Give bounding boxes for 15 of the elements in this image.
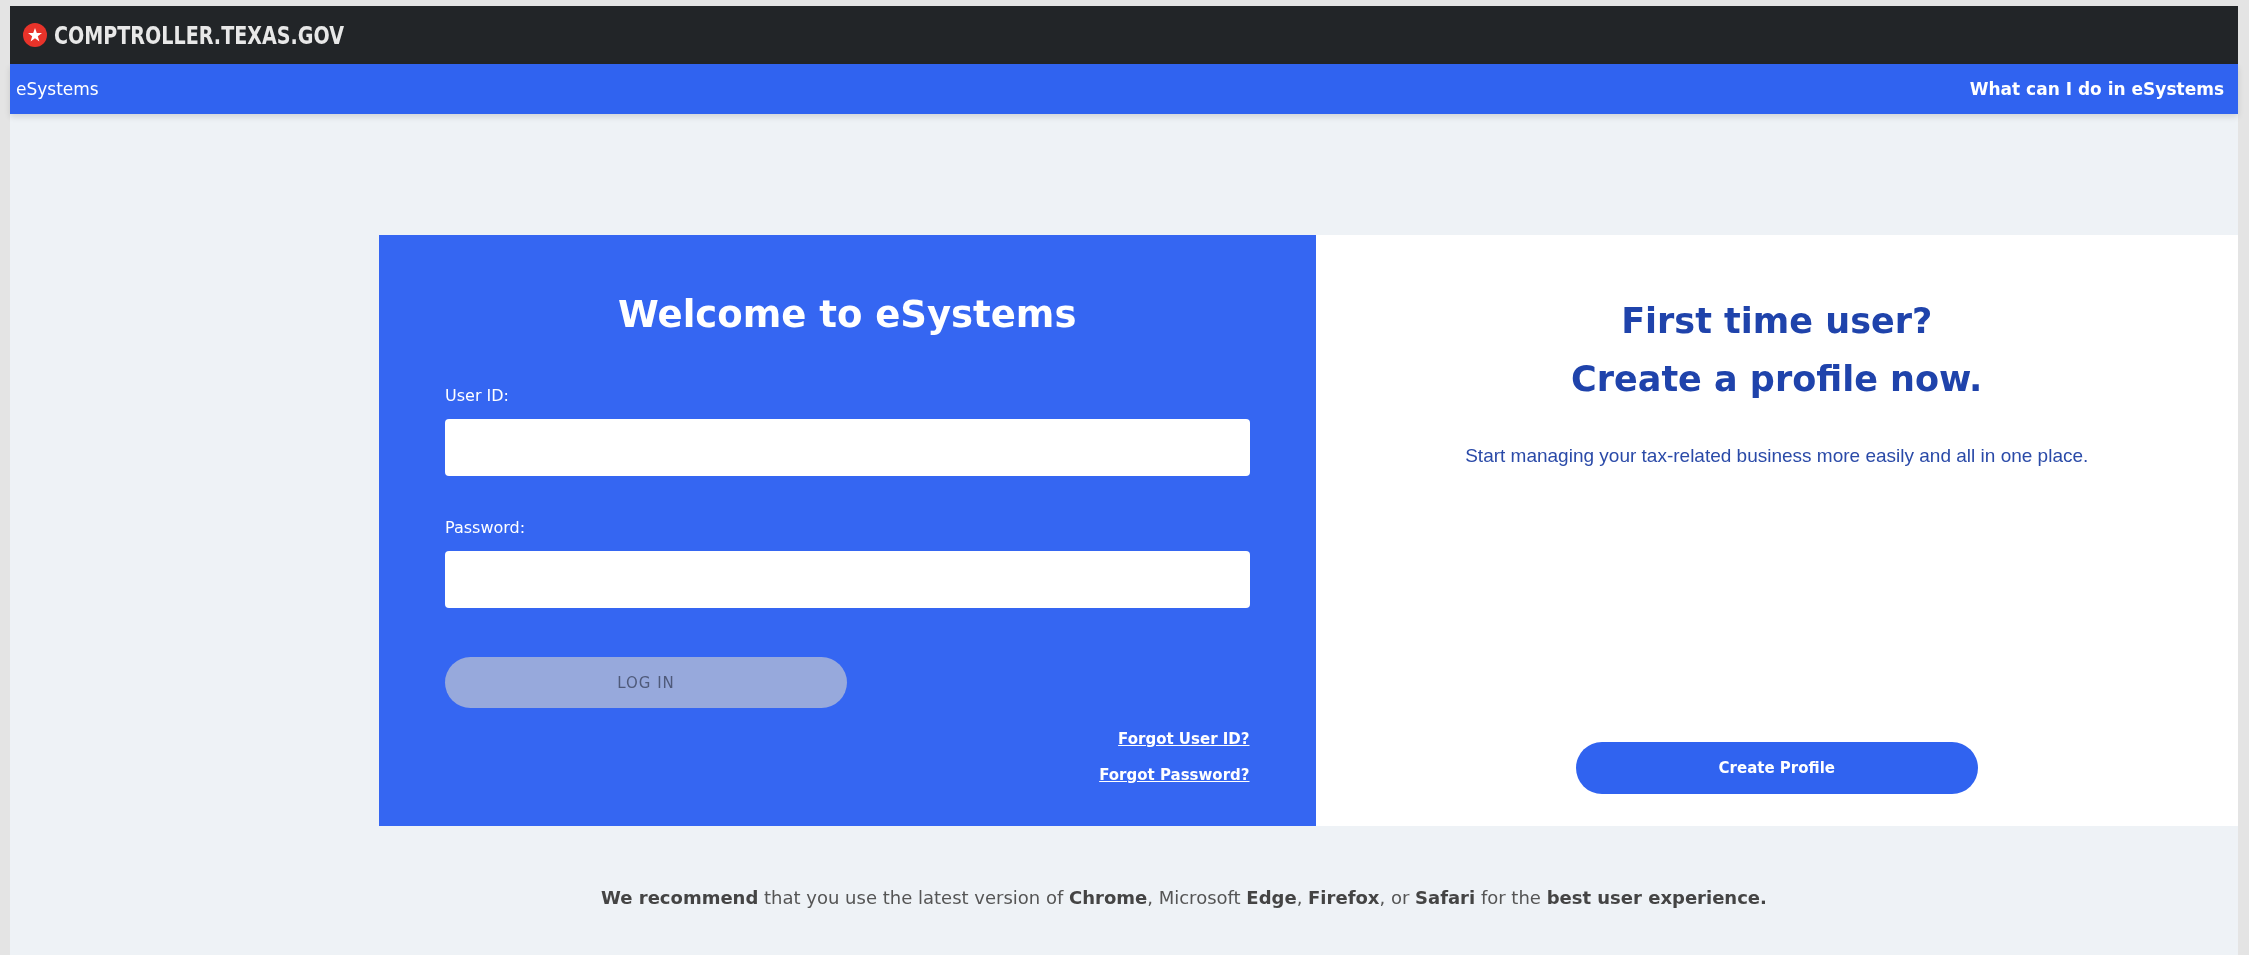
login-title: Welcome to eSystems: [617, 293, 1078, 336]
signup-title: First time user?: [1620, 300, 1934, 343]
password-field[interactable]: [445, 551, 1250, 608]
help-link[interactable]: What can I do in eSystems: [1969, 79, 2224, 99]
app-name: eSystems: [16, 79, 99, 99]
signup-title: Create a profile now.: [1571, 357, 1983, 401]
user-id-field[interactable]: [445, 419, 1250, 476]
field-label: User ID:: [445, 386, 510, 405]
browser-recommendation: We recommend that you use the latest version of Chrome, Microsoft Edge, Firefox, or Safari for the best user experience.: [601, 887, 1767, 908]
forgot-link[interactable]: Forgot User ID?: [1118, 730, 1250, 748]
site-title[interactable]: COMPTROLLER.TEXAS.GOV: [54, 20, 344, 50]
signup-description: Start managing your tax-related business more easily and all in one place.: [1465, 444, 2089, 467]
forgot-link[interactable]: Forgot Password?: [1099, 766, 1250, 784]
create-profile-button[interactable]: Create Profile: [1575, 742, 1978, 794]
field-label: Password:: [445, 518, 527, 537]
